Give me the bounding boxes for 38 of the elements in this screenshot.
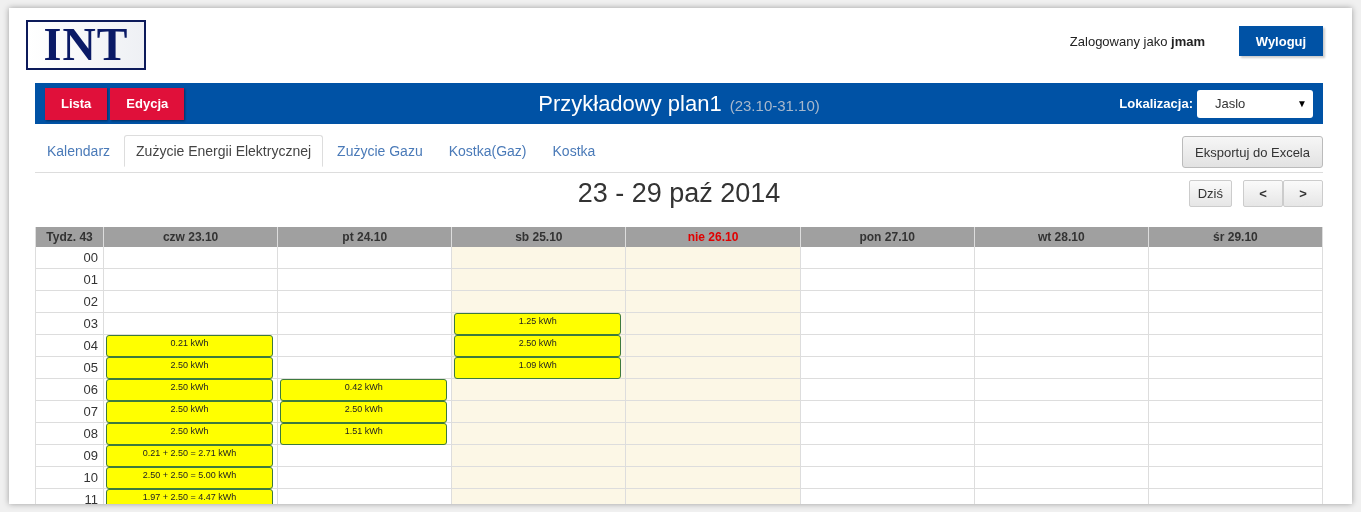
usage-event[interactable]: 2.50 kWh xyxy=(454,335,622,357)
plan-date-range: (23.10-31.10) xyxy=(729,96,820,114)
usage-event[interactable]: 2.50 kWh xyxy=(280,401,448,423)
tab[interactable]: Zużycie Energii Elektrycznej xyxy=(124,135,324,167)
view-button[interactable]: Lista xyxy=(45,87,108,120)
usage-event[interactable]: 2.50 kWh xyxy=(106,401,274,423)
usage-event[interactable]: 0.21 + 2.50 = 2.71 kWh xyxy=(106,445,274,467)
usage-event[interactable]: 0.42 kWh xyxy=(280,379,448,401)
today-button[interactable]: Dziś xyxy=(1188,179,1232,207)
plan-title: Przykładowy plan1 xyxy=(538,90,722,116)
day-header: śr 29.10 xyxy=(1147,227,1322,247)
usage-event[interactable]: 2.50 + 2.50 = 5.00 kWh xyxy=(106,467,274,489)
logout-button[interactable]: Wyloguj xyxy=(1239,26,1323,56)
usage-event[interactable]: 2.50 kWh xyxy=(106,423,274,445)
location-select[interactable]: Jaslo ▼ xyxy=(1197,89,1313,118)
location-label: Lokalizacja: xyxy=(1119,96,1193,111)
previous-button[interactable]: < xyxy=(1243,179,1283,207)
day-header: nie 26.10 xyxy=(625,227,800,247)
usage-event[interactable]: 2.50 kWh xyxy=(106,357,274,379)
usage-event[interactable]: 1.25 kWh xyxy=(454,313,622,335)
view-button[interactable]: Edycja xyxy=(110,87,185,120)
calendar-title: 23 - 29 paź 2014 xyxy=(577,177,781,209)
logged-in-user: Zalogowany jako jmam xyxy=(1069,33,1205,49)
day-header: pt 24.10 xyxy=(277,227,452,247)
day-header: wt 28.10 xyxy=(973,227,1148,247)
usage-event[interactable]: 1.09 kWh xyxy=(454,357,622,379)
day-header: czw 23.10 xyxy=(103,227,278,247)
day-header: pon 27.10 xyxy=(799,227,974,247)
day-header: sb 25.10 xyxy=(451,227,626,247)
caret-icon: ▼ xyxy=(1297,98,1307,109)
usage-event[interactable]: 1.97 + 2.50 = 4.47 kWh xyxy=(106,489,274,504)
usage-event[interactable]: 1.51 kWh xyxy=(280,423,448,445)
next-button[interactable]: > xyxy=(1283,179,1323,207)
logo: INT xyxy=(26,20,146,70)
usage-event[interactable]: 2.50 kWh xyxy=(106,379,274,401)
export-button[interactable]: Eksportuj do Excela xyxy=(1182,136,1323,168)
week-header: Tydz. 43 xyxy=(35,227,103,247)
usage-event[interactable]: 0.21 kWh xyxy=(106,335,274,357)
